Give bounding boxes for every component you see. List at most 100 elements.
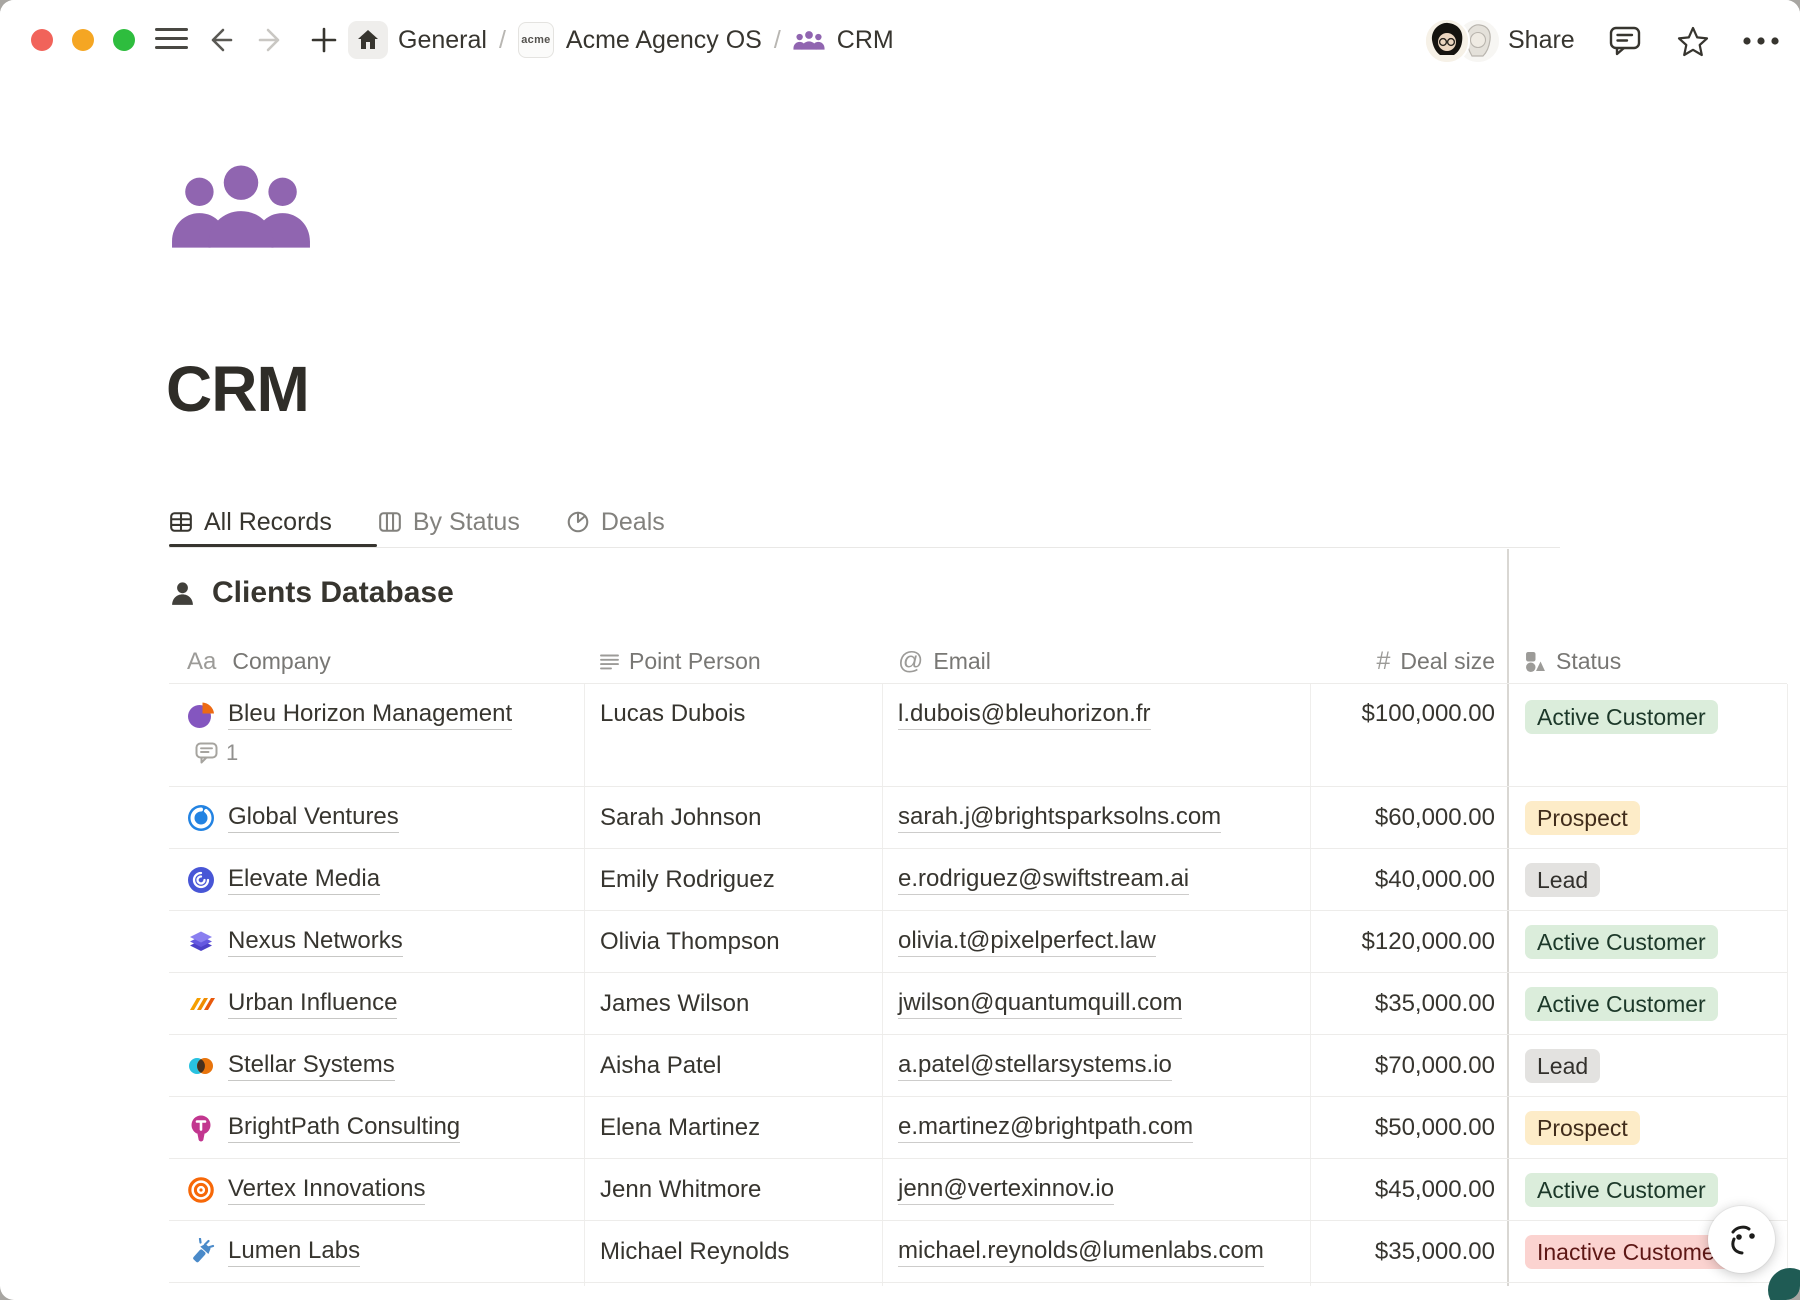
home-button[interactable] [348, 21, 388, 59]
comment-count[interactable]: 1 [195, 740, 512, 766]
breadcrumb: General / acme Acme Agency OS / CRM [398, 0, 894, 80]
window-top-bar: General / acme Acme Agency OS / CRM [0, 0, 1800, 80]
page-title: CRM [166, 352, 309, 426]
email-cell[interactable]: olivia.t@pixelperfect.law [882, 911, 1310, 972]
status-cell[interactable]: Lead [1507, 849, 1787, 910]
point-person-cell[interactable]: James Wilson [584, 973, 882, 1034]
tab-all-records[interactable]: All Records [169, 508, 332, 537]
favorite-star-icon[interactable] [1676, 25, 1710, 59]
tab-deals[interactable]: Deals [566, 508, 665, 537]
breadcrumb-page[interactable]: CRM [837, 26, 894, 55]
person-icon [169, 580, 196, 607]
table-header-row: Aa Company Point Person @ Email # Deal s… [169, 640, 1787, 684]
table-icon [169, 510, 193, 534]
workspace-icon: acme [518, 22, 554, 58]
email-cell[interactable]: e.rodriguez@swiftstream.ai [882, 849, 1310, 910]
company-link[interactable]: Lumen Labs [228, 1237, 360, 1267]
zoom-window-button[interactable] [113, 29, 135, 51]
new-tab-plus-icon[interactable] [308, 24, 340, 56]
point-person-cell[interactable]: Lucas Dubois [584, 684, 882, 786]
column-header-point-person[interactable]: Point Person [584, 640, 882, 683]
table-row[interactable]: Global Ventures Sarah Johnson sarah.j@br… [169, 787, 1787, 849]
table-row[interactable]: Vertex Innovations Jenn Whitmore jenn@ve… [169, 1159, 1787, 1221]
column-header-deal-size[interactable]: # Deal size [1310, 640, 1507, 683]
column-label: Point Person [629, 648, 761, 675]
deal-size-cell[interactable]: $40,000.00 [1310, 849, 1507, 910]
status-badge: Active Customer [1525, 987, 1718, 1021]
deal-size-cell[interactable]: $120,000.00 [1310, 911, 1507, 972]
breadcrumb-general[interactable]: General [398, 26, 487, 55]
point-person-cell[interactable]: Aisha Patel [584, 1035, 882, 1096]
page-icon-people-group[interactable] [170, 162, 312, 253]
table-row[interactable]: Bleu Horizon Management 1 Lucas Dubois l… [169, 684, 1787, 787]
avatar[interactable] [1424, 18, 1470, 64]
deal-size-cell[interactable]: $35,000.00 [1310, 973, 1507, 1034]
column-header-status[interactable]: Status [1507, 640, 1787, 683]
notion-window: General / acme Acme Agency OS / CRM [0, 0, 1800, 1300]
minimize-window-button[interactable] [72, 29, 94, 51]
column-header-email[interactable]: @ Email [882, 640, 1310, 683]
tab-by-status[interactable]: By Status [378, 508, 520, 537]
status-badge: Lead [1525, 863, 1600, 897]
point-person-cell[interactable]: Olivia Thompson [584, 911, 882, 972]
company-link[interactable]: Bleu Horizon Management [228, 700, 512, 730]
deal-size-cell[interactable]: $50,000.00 [1310, 1097, 1507, 1158]
table-row[interactable]: BrightPath Consulting Elena Martinez e.m… [169, 1097, 1787, 1159]
column-header-company[interactable]: Aa Company [169, 640, 584, 683]
back-arrow-icon[interactable] [203, 24, 235, 56]
point-person-cell[interactable]: Sarah Johnson [584, 787, 882, 848]
company-logo-indigo-spiral [187, 866, 215, 894]
deal-size-cell[interactable]: $70,000.00 [1310, 1035, 1507, 1096]
status-cell[interactable]: Active Customer [1507, 911, 1787, 972]
deal-size-cell[interactable]: $100,000.00 [1310, 684, 1507, 786]
point-person-cell[interactable]: Emily Rodriguez [584, 849, 882, 910]
home-icon [356, 28, 380, 52]
point-person-cell[interactable]: Elena Martinez [584, 1097, 882, 1158]
comment-bubble-icon [195, 742, 218, 764]
company-link[interactable]: Elevate Media [228, 865, 380, 895]
email-cell[interactable]: jenn@vertexinnov.io [882, 1159, 1310, 1220]
status-cell[interactable]: Prospect [1507, 787, 1787, 848]
deal-size-cell[interactable]: $60,000.00 [1310, 787, 1507, 848]
point-person-cell[interactable]: Michael Reynolds [584, 1221, 882, 1282]
status-badge: Inactive Customer [1525, 1235, 1734, 1269]
table-row[interactable]: Urban Influence James Wilson jwilson@qua… [169, 973, 1787, 1035]
company-link[interactable]: BrightPath Consulting [228, 1113, 460, 1143]
database-heading: Clients Database [169, 576, 454, 610]
table-row[interactable]: Nexus Networks Olivia Thompson olivia.t@… [169, 911, 1787, 973]
email-cell[interactable]: michael.reynolds@lumenlabs.com [882, 1221, 1310, 1282]
company-link[interactable]: Nexus Networks [228, 927, 403, 957]
deal-size-cell[interactable]: $35,000.00 [1310, 1221, 1507, 1282]
sidebar-toggle-icon[interactable] [155, 28, 188, 50]
point-person-cell[interactable]: Jenn Whitmore [584, 1159, 882, 1220]
company-link[interactable]: Stellar Systems [228, 1051, 395, 1081]
company-link[interactable]: Vertex Innovations [228, 1175, 425, 1205]
clients-table: Aa Company Point Person @ Email # Deal s… [169, 640, 1787, 1283]
notion-ai-button[interactable] [1708, 1206, 1775, 1273]
close-window-button[interactable] [31, 29, 53, 51]
more-options-icon[interactable] [1742, 36, 1784, 46]
forward-arrow-icon[interactable] [256, 24, 288, 56]
email-cell[interactable]: sarah.j@brightsparksolns.com [882, 787, 1310, 848]
breadcrumb-workspace[interactable]: Acme Agency OS [566, 26, 762, 55]
table-row[interactable]: Lumen Labs Michael Reynolds michael.reyn… [169, 1221, 1787, 1283]
status-cell[interactable]: Active Customer [1507, 684, 1787, 786]
email-property-icon: @ [898, 647, 923, 676]
email-cell[interactable]: l.dubois@bleuhorizon.fr [882, 684, 1310, 786]
company-link[interactable]: Global Ventures [228, 803, 399, 833]
email-cell[interactable]: e.martinez@brightpath.com [882, 1097, 1310, 1158]
comments-icon[interactable] [1608, 25, 1642, 57]
database-title[interactable]: Clients Database [212, 576, 454, 610]
deal-size-cell[interactable]: $45,000.00 [1310, 1159, 1507, 1220]
status-cell[interactable]: Prospect [1507, 1097, 1787, 1158]
email-cell[interactable]: jwilson@quantumquill.com [882, 973, 1310, 1034]
table-row[interactable]: Elevate Media Emily Rodriguez e.rodrigue… [169, 849, 1787, 911]
share-button[interactable]: Share [1508, 0, 1575, 80]
status-cell[interactable]: Active Customer [1507, 973, 1787, 1034]
company-link[interactable]: Urban Influence [228, 989, 397, 1019]
status-badge: Active Customer [1525, 700, 1718, 734]
column-divider[interactable] [1787, 684, 1788, 1286]
status-cell[interactable]: Lead [1507, 1035, 1787, 1096]
email-cell[interactable]: a.patel@stellarsystems.io [882, 1035, 1310, 1096]
table-row[interactable]: Stellar Systems Aisha Patel a.patel@stel… [169, 1035, 1787, 1097]
